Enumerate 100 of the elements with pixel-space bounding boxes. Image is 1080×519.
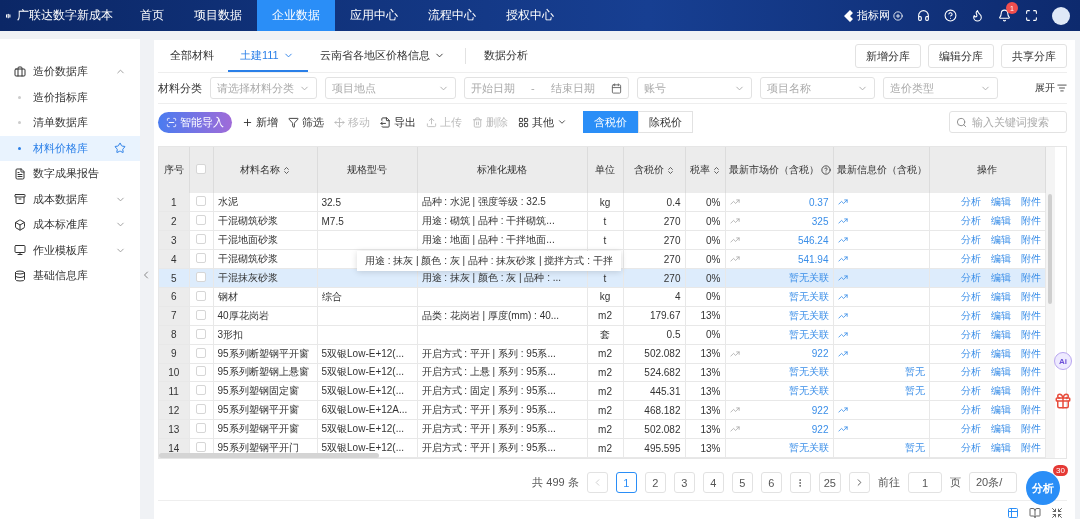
action-link[interactable]: 编辑	[990, 423, 1011, 435]
action-link[interactable]: 附件	[1020, 309, 1041, 321]
help-icon[interactable]	[944, 9, 957, 22]
page-size-select[interactable]: 20条/	[969, 472, 1017, 493]
price-mode-tab[interactable]: 含税价	[583, 111, 638, 133]
action-link[interactable]: 编辑	[990, 290, 1011, 302]
action-link[interactable]: 附件	[1020, 385, 1041, 397]
checkbox[interactable]	[196, 423, 206, 434]
sidebar-subitem[interactable]: 材料价格库	[0, 135, 140, 161]
action-link[interactable]: 分析	[960, 196, 981, 208]
action-link[interactable]: 编辑	[990, 272, 1011, 283]
market-price-link[interactable]: 922	[811, 348, 829, 360]
action-link[interactable]: 分析	[960, 404, 981, 416]
sidebar-item[interactable]: 作业模板库	[0, 237, 140, 263]
trend-icon[interactable]	[837, 329, 848, 340]
account-select[interactable]: 账号	[637, 77, 752, 99]
nav-tab[interactable]: 首页	[125, 0, 179, 31]
action-link[interactable]: 分析	[960, 385, 981, 397]
action-link[interactable]: 附件	[1020, 423, 1041, 435]
action-link[interactable]: 附件	[1020, 234, 1041, 246]
action-link[interactable]: 分析	[960, 423, 981, 435]
project-select[interactable]: 项目名称	[760, 77, 875, 99]
sidebar-item[interactable]: 造价数据库	[0, 59, 140, 85]
checkbox[interactable]	[196, 253, 206, 264]
market-price-link[interactable]: 暂无关联	[788, 327, 829, 342]
action-link[interactable]: 编辑	[990, 309, 1011, 321]
market-price-link[interactable]: 暂无关联	[788, 384, 829, 399]
trend-icon[interactable]	[729, 197, 740, 208]
tab[interactable]: 数据分析	[471, 40, 542, 72]
action-link[interactable]: 编辑	[990, 234, 1011, 246]
location-select[interactable]: 项目地点	[325, 77, 456, 99]
more-pages-button[interactable]	[789, 472, 811, 493]
sidebar-item[interactable]: 成本数据库	[0, 186, 140, 212]
checkbox[interactable]	[196, 385, 206, 396]
toolbar-button[interactable]: 筛选	[288, 114, 324, 130]
info-price-link[interactable]: 暂无	[904, 384, 925, 399]
action-link[interactable]: 编辑	[990, 442, 1011, 454]
flame-icon[interactable]	[971, 9, 984, 22]
next-page-button[interactable]	[849, 472, 870, 493]
price-mode-tab[interactable]: 除税价	[638, 111, 693, 133]
action-link[interactable]: 附件	[1020, 196, 1041, 208]
library-button[interactable]: 新增分库	[855, 44, 921, 68]
action-link[interactable]: 附件	[1020, 366, 1041, 378]
expand-link[interactable]: 展开	[1035, 81, 1067, 95]
page-button[interactable]: 3	[673, 472, 695, 493]
action-link[interactable]: 附件	[1020, 328, 1041, 340]
sidebar-item[interactable]: 数字成果报告	[0, 161, 140, 187]
trend-icon[interactable]	[837, 424, 848, 435]
cost-type-select[interactable]: 造价类型	[883, 77, 998, 99]
checkbox[interactable]	[196, 164, 206, 174]
market-price-link[interactable]: 325	[811, 215, 829, 227]
smart-import-button[interactable]: 智能导入	[158, 111, 232, 133]
action-link[interactable]: 附件	[1020, 272, 1041, 283]
action-link[interactable]: 编辑	[990, 253, 1011, 265]
checkbox[interactable]	[196, 328, 206, 339]
nav-tab[interactable]: 项目数据	[179, 0, 257, 31]
trend-icon[interactable]	[837, 235, 848, 246]
action-link[interactable]: 编辑	[990, 366, 1011, 378]
avatar[interactable]	[1052, 6, 1070, 25]
action-link[interactable]: 附件	[1020, 442, 1041, 454]
page-button[interactable]: 2	[644, 472, 666, 493]
action-link[interactable]: 分析	[960, 272, 981, 283]
checkbox[interactable]	[196, 404, 206, 415]
action-link[interactable]: 附件	[1020, 347, 1041, 359]
action-link[interactable]: 分析	[960, 234, 981, 246]
book-icon[interactable]	[1029, 507, 1041, 519]
trend-icon[interactable]	[729, 254, 740, 265]
checkbox[interactable]	[196, 442, 206, 453]
headset-icon[interactable]	[917, 9, 930, 22]
trend-icon[interactable]	[729, 235, 740, 246]
checkbox[interactable]	[196, 347, 206, 358]
action-link[interactable]: 编辑	[990, 328, 1011, 340]
page-input[interactable]: 1	[908, 472, 942, 493]
action-link[interactable]: 附件	[1020, 253, 1041, 265]
action-link[interactable]: 分析	[960, 347, 981, 359]
market-price-link[interactable]: 546.24	[797, 234, 829, 246]
shrink-icon[interactable]	[1051, 507, 1063, 519]
trend-icon[interactable]	[729, 405, 740, 416]
toolbar-button[interactable]: 导出	[380, 114, 416, 130]
action-link[interactable]: 编辑	[990, 404, 1011, 416]
category-select[interactable]: 请选择材料分类	[210, 77, 317, 99]
search-field[interactable]: 输入关键词搜索	[949, 111, 1067, 133]
library-button[interactable]: 共享分库	[1001, 44, 1067, 68]
action-link[interactable]: 编辑	[990, 347, 1011, 359]
action-link[interactable]: 分析	[960, 442, 981, 454]
nav-tab[interactable]: 企业数据	[257, 0, 335, 31]
tab[interactable]: 土建111	[228, 40, 308, 72]
action-link[interactable]: 附件	[1020, 215, 1041, 227]
date-range-field[interactable]: 开始日期 - 结束日期	[464, 77, 629, 99]
trend-icon[interactable]	[837, 310, 848, 321]
checkbox[interactable]	[196, 309, 206, 320]
nav-tab[interactable]: 授权中心	[491, 0, 569, 31]
action-link[interactable]: 附件	[1020, 290, 1041, 302]
sidebar-item[interactable]: 基础信息库	[0, 263, 140, 289]
checkbox[interactable]	[196, 366, 206, 377]
trend-icon[interactable]	[729, 216, 740, 227]
action-link[interactable]: 编辑	[990, 385, 1011, 397]
tab[interactable]: 云南省各地区价格信息	[307, 40, 459, 72]
action-link[interactable]: 分析	[960, 309, 981, 321]
table-view-icon[interactable]	[1007, 507, 1019, 519]
